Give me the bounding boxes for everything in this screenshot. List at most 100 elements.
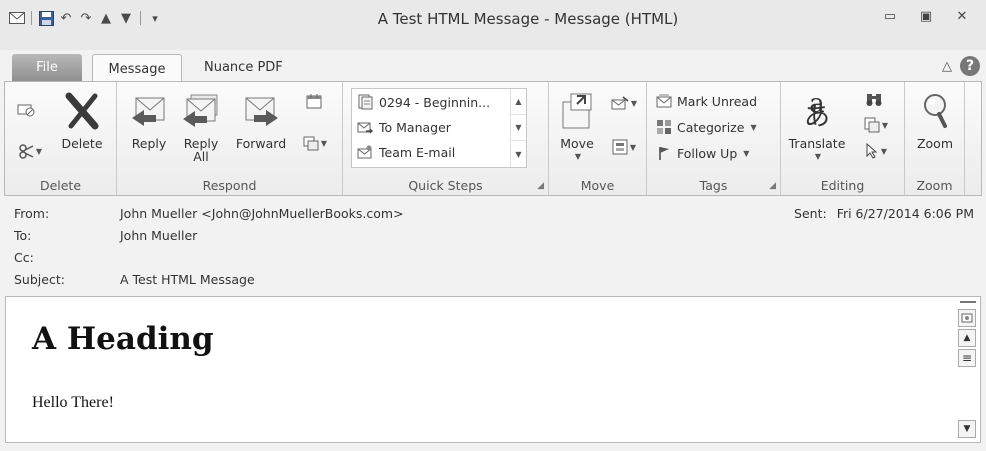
- follow-up-button[interactable]: Follow Up ▼: [655, 144, 749, 162]
- delete-x-icon: [62, 88, 102, 134]
- related-icon[interactable]: ▼: [861, 116, 891, 134]
- quick-steps-scroll: ▲ ▼ ▼: [510, 89, 526, 167]
- quick-step-label: 0294 - Beginnin...: [379, 94, 491, 110]
- flag-icon: [655, 144, 673, 162]
- categorize-icon: [655, 118, 673, 136]
- meeting-icon[interactable]: [305, 92, 323, 110]
- scroll-down-arrow-icon[interactable]: ▼: [958, 420, 976, 438]
- contact-card-icon[interactable]: [958, 309, 976, 327]
- mark-unread-button[interactable]: Mark Unread: [655, 92, 757, 110]
- window-controls: ▭ ▣ ✕: [874, 4, 978, 28]
- body-paragraph: Hello There!: [32, 394, 114, 411]
- delete-button[interactable]: Delete: [57, 88, 107, 150]
- move-icon: [557, 88, 597, 134]
- quick-step-item[interactable]: Team E-mail: [356, 143, 455, 161]
- zoom-button[interactable]: Zoom: [911, 88, 959, 150]
- tab-message[interactable]: Message: [92, 54, 182, 83]
- gallery-more-icon[interactable]: ▼: [511, 141, 526, 167]
- to-value[interactable]: John Mueller: [120, 228, 197, 243]
- move-label: Move: [560, 136, 594, 151]
- cc-row: Cc:: [14, 250, 120, 265]
- categorize-button[interactable]: Categorize ▼: [655, 118, 757, 136]
- find-binoculars-icon[interactable]: [865, 90, 883, 108]
- respond-group: Reply Reply All Forward ▼ Respond: [117, 82, 343, 195]
- mark-unread-icon: [655, 92, 673, 110]
- zoom-group-label: Zoom: [916, 178, 953, 193]
- from-row: From: John Mueller <John@JohnMuellerBook…: [14, 206, 404, 221]
- reply-all-label-line2: All: [193, 149, 209, 164]
- quick-step-item[interactable]: To Manager: [356, 118, 451, 136]
- zoom-group: Zoom Zoom: [905, 82, 965, 195]
- forward-button[interactable]: Forward: [233, 88, 289, 150]
- subject-row: Subject: A Test HTML Message: [14, 272, 255, 287]
- scroll-up-icon[interactable]: ▲: [511, 89, 526, 115]
- magnifier-icon: [915, 88, 955, 134]
- scroll-down-icon[interactable]: ▼: [511, 115, 526, 141]
- editing-group-label: Editing: [820, 178, 865, 193]
- to-row: To: John Mueller: [14, 228, 197, 243]
- document-icon: [356, 93, 374, 111]
- to-label: To:: [14, 228, 32, 243]
- quick-steps-group: 0294 - Beginnin... To Manager Team E-mai…: [343, 82, 549, 195]
- categorize-label: Categorize: [677, 119, 745, 135]
- categorize-dropdown-icon: ▼: [750, 122, 757, 132]
- more-respond-icon[interactable]: ▼: [301, 134, 329, 152]
- scroll-thumb[interactable]: ≡: [958, 349, 976, 367]
- from-value[interactable]: John Mueller <John@JohnMuellerBooks.com>: [120, 206, 404, 221]
- tags-group-label: Tags: [699, 178, 728, 193]
- scroll-up-arrow-icon[interactable]: ▲: [958, 329, 976, 347]
- reply-all-icon: [181, 88, 221, 134]
- vertical-scrollbar[interactable]: ▲ ≡ ▼: [958, 297, 978, 442]
- editing-group: aあ Translate ▼ ▼ ▼ Editing: [781, 82, 905, 195]
- select-cursor-icon[interactable]: ▼: [861, 142, 891, 160]
- translate-button[interactable]: aあ Translate ▼: [789, 88, 846, 163]
- mark-unread-label: Mark Unread: [677, 93, 758, 109]
- delete-group-label: Delete: [39, 178, 82, 193]
- to-manager-icon: [356, 118, 374, 136]
- quick-steps-gallery: 0294 - Beginnin... To Manager Team E-mai…: [351, 88, 527, 168]
- forward-label: Forward: [235, 136, 287, 151]
- collapse-ribbon-icon[interactable]: △: [942, 59, 952, 74]
- quick-steps-launcher-icon[interactable]: ◢: [537, 181, 544, 191]
- tags-launcher-icon[interactable]: ◢: [769, 181, 776, 191]
- sent-value: Fri 6/27/2014 6:06 PM: [836, 206, 974, 221]
- ignore-icon[interactable]: [17, 100, 35, 118]
- respond-group-label: Respond: [202, 178, 257, 193]
- reply-all-button[interactable]: Reply All: [179, 88, 223, 163]
- tags-group: Mark Unread Categorize ▼ Follow Up ▼ Tag…: [647, 82, 781, 195]
- minimize-icon[interactable]: ▭: [874, 4, 906, 28]
- title-bar: ↶ ↷ ▲ ▼ ▾ A Test HTML Message - Message …: [0, 0, 986, 50]
- cc-label: Cc:: [14, 250, 34, 265]
- subject-value: A Test HTML Message: [120, 272, 255, 287]
- move-group-label: Move: [580, 178, 615, 193]
- scroll-top-line: [960, 301, 976, 307]
- move-button[interactable]: Move ▼: [557, 88, 597, 163]
- subject-label: Subject:: [14, 272, 65, 287]
- reply-label: Reply: [131, 136, 167, 151]
- translate-icon: aあ: [803, 89, 830, 132]
- rules-icon[interactable]: ▼: [609, 94, 639, 112]
- quick-step-label: Team E-mail: [379, 144, 456, 160]
- quick-step-item[interactable]: 0294 - Beginnin...: [356, 93, 490, 111]
- quick-steps-group-label: Quick Steps: [408, 178, 483, 193]
- forward-icon: [241, 88, 281, 134]
- reply-icon: [129, 88, 169, 134]
- window-title: A Test HTML Message - Message (HTML): [377, 10, 679, 28]
- sent-label: Sent:: [794, 206, 827, 221]
- tab-nuance-pdf[interactable]: Nuance PDF: [190, 54, 297, 81]
- ribbon-right-controls: △ ?: [942, 56, 980, 76]
- actions-icon[interactable]: ▼: [609, 138, 639, 156]
- move-dropdown-icon: ▼: [574, 152, 582, 161]
- restore-icon[interactable]: ▣: [910, 4, 942, 28]
- help-icon[interactable]: ?: [960, 56, 980, 76]
- close-icon[interactable]: ✕: [946, 4, 978, 28]
- delete-group: ▼ Delete Delete: [5, 82, 117, 195]
- reply-button[interactable]: Reply: [127, 88, 171, 150]
- translate-dropdown-icon: ▼: [814, 152, 822, 161]
- delete-button-label: Delete: [61, 136, 103, 151]
- message-body[interactable]: A Heading Hello There! ▲ ≡ ▼: [5, 296, 981, 443]
- cleanup-icon[interactable]: ▼: [17, 142, 43, 160]
- tab-file[interactable]: File: [12, 54, 82, 81]
- team-email-icon: [356, 143, 374, 161]
- message-header: From: John Mueller <John@JohnMuellerBook…: [4, 196, 982, 296]
